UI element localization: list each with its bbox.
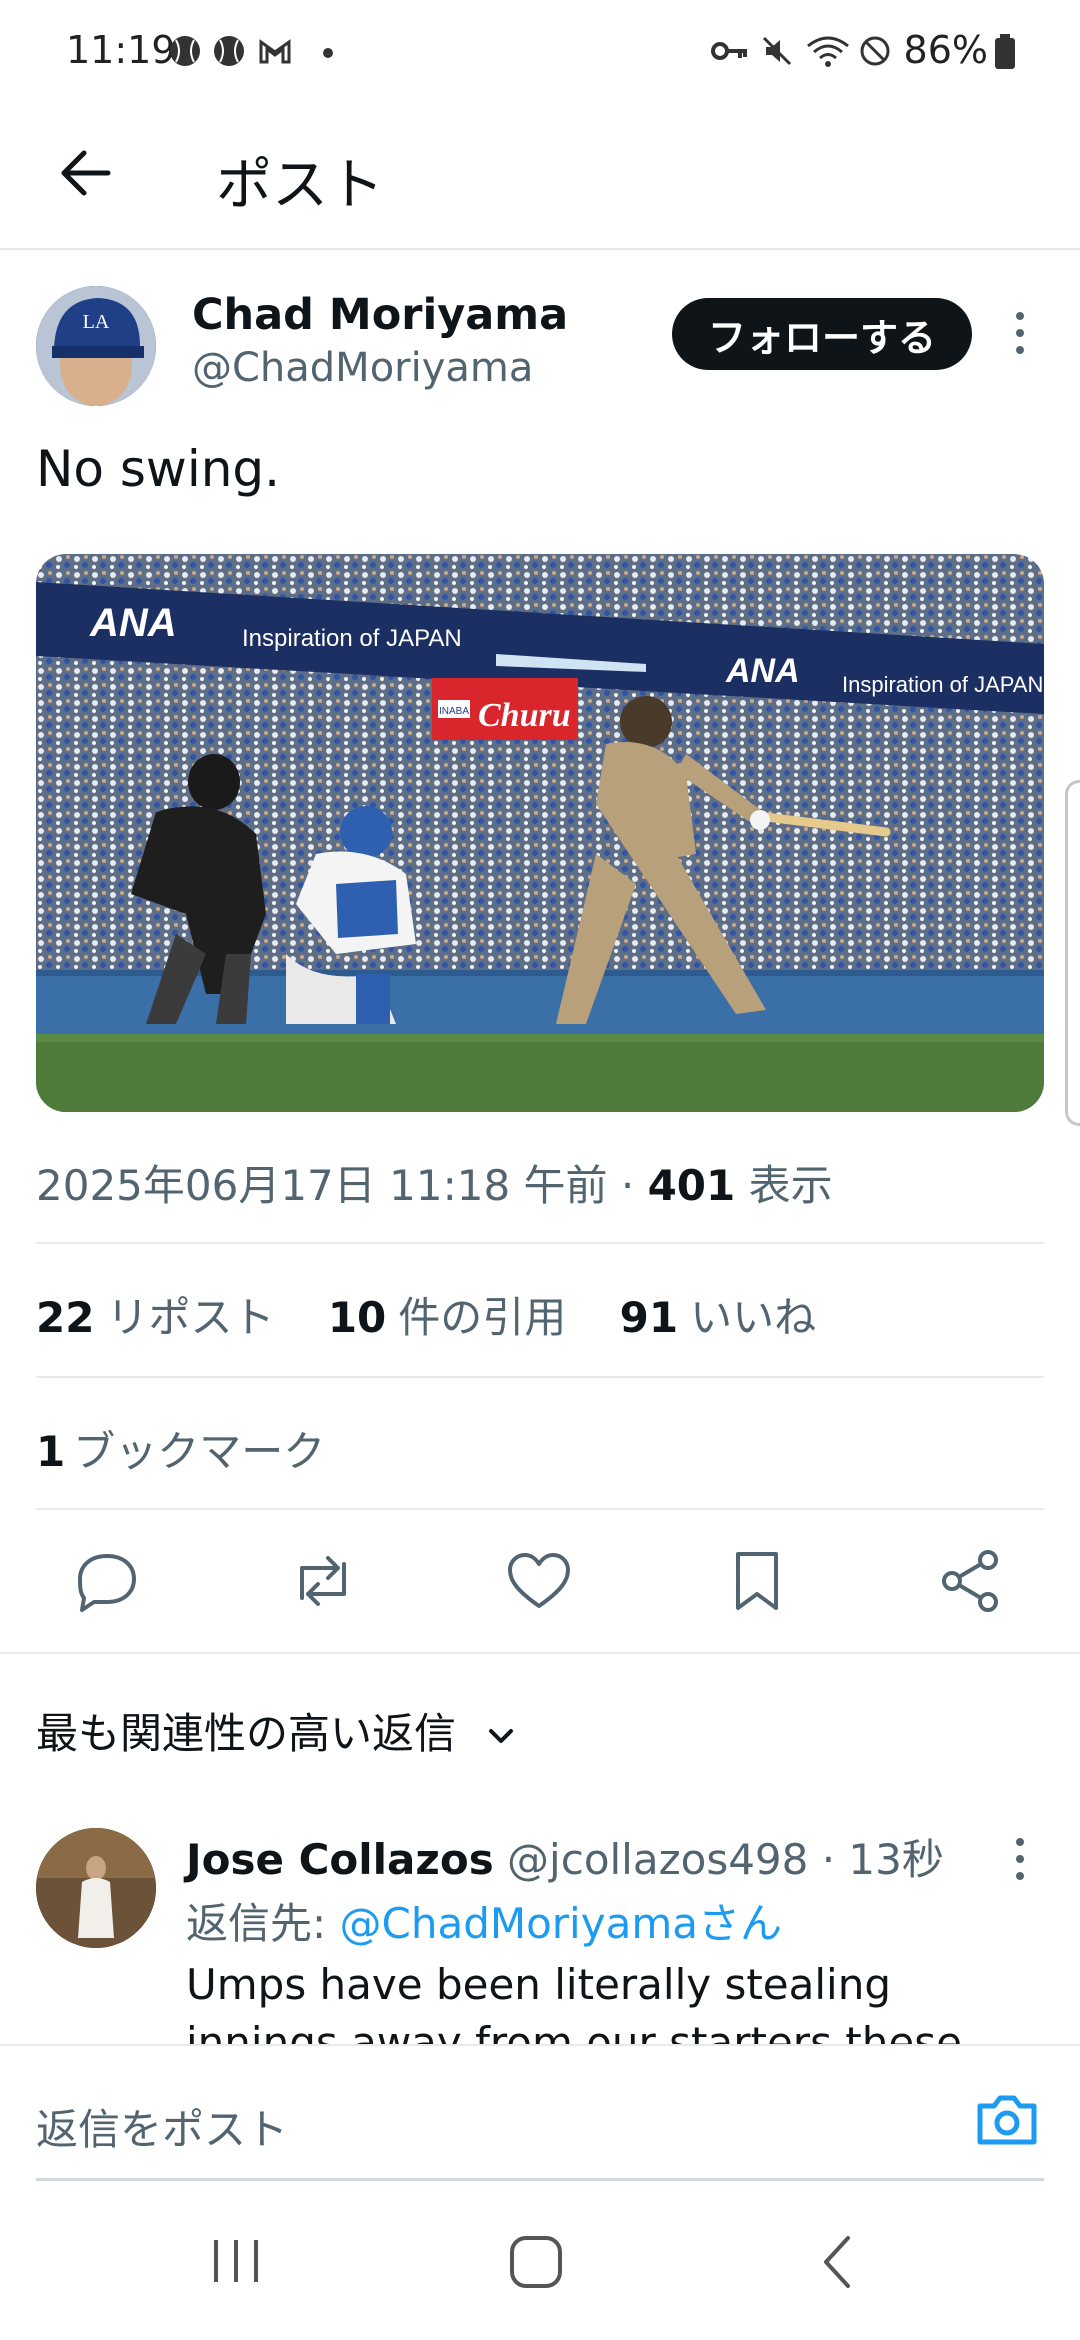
divider	[36, 1376, 1044, 1378]
reply-composer: 返信をポスト	[0, 2044, 1080, 2186]
dot-icon	[323, 48, 333, 58]
bookmark-icon[interactable]	[722, 1546, 792, 1616]
repost-icon[interactable]	[288, 1546, 358, 1616]
more-options-icon[interactable]	[1000, 308, 1040, 358]
ad-inaba: INABA	[439, 706, 469, 717]
follow-button[interactable]: フォローする	[672, 298, 972, 370]
baseball-icon	[214, 36, 244, 66]
engagement-stats: 22 リポスト 10 件の引用 91 いいね	[36, 1284, 856, 1345]
avatar-image: LA	[36, 286, 156, 406]
bookmarks-label: ブックマーク	[73, 1427, 326, 1476]
reply-author-name: Jose Collazos	[186, 1835, 494, 1884]
reply-to-link[interactable]: @ChadMoriyamaさん	[340, 1899, 782, 1948]
reply-to-prefix: 返信先:	[186, 1899, 340, 1948]
reply-text: Umps have been literally stealing inning…	[186, 1960, 962, 2044]
reply-avatar[interactable]	[36, 1828, 156, 1948]
reply-icon[interactable]	[72, 1546, 142, 1616]
ad-tagline-right: Inspiration of JAPAN	[842, 672, 1043, 697]
battery-icon	[995, 34, 1015, 69]
tweet-text: No swing.	[36, 440, 281, 498]
bookmarks-count: 1	[36, 1427, 66, 1476]
quotes-stat[interactable]: 10 件の引用	[328, 1293, 566, 1342]
reply-sort-dropdown[interactable]: 最も関連性の高い返信	[36, 1700, 519, 1761]
gmail-icon	[259, 39, 291, 64]
author-handle[interactable]: @ChadMoriyama	[192, 345, 533, 391]
reply-sort-label: 最も関連性の高い返信	[36, 1709, 457, 1758]
camera-icon[interactable]	[976, 2092, 1038, 2146]
divider	[0, 1652, 1080, 1654]
tweet-media[interactable]: ANA Inspiration of JAPAN ANA Inspiration…	[36, 554, 1044, 1112]
divider	[36, 1242, 1044, 1244]
tweet-timestamp: 2025年06月17日 11:18 午前 ·	[36, 1161, 648, 1210]
reply-handle-time: @jcollazos498 · 13秒	[493, 1835, 944, 1884]
likes-stat[interactable]: 91 いいね	[620, 1293, 816, 1342]
author-avatar[interactable]: LA	[36, 286, 156, 406]
battery-percent: 86%	[903, 28, 988, 72]
ad-tagline-left: Inspiration of JAPAN	[242, 625, 462, 652]
share-icon[interactable]	[936, 1546, 1006, 1616]
views-count: 401	[647, 1161, 736, 1210]
recent-apps-icon[interactable]	[206, 2236, 266, 2286]
scroll-handle[interactable]	[1065, 780, 1080, 1126]
key-icon	[711, 42, 747, 60]
tweet-meta: 2025年06月17日 11:18 午前 · 401 表示	[36, 1152, 833, 1213]
reposts-stat[interactable]: 22 リポスト	[36, 1293, 274, 1342]
baseball-video-frame: ANA Inspiration of JAPAN ANA Inspiration…	[36, 554, 1044, 1112]
svg-text:LA: LA	[83, 311, 110, 333]
views-label: 表示	[735, 1161, 833, 1210]
reposts-label: リポスト	[106, 1293, 275, 1342]
system-nav-bar	[0, 2184, 1080, 2340]
ad-churu: Churu	[478, 697, 571, 734]
more-options-icon[interactable]	[1000, 1834, 1040, 1884]
likes-count: 91	[619, 1293, 679, 1342]
mute-icon	[762, 36, 792, 66]
back-arrow-icon[interactable]	[52, 138, 122, 208]
ad-brand-right: ANA	[725, 652, 800, 690]
reply-author[interactable]: Jose Collazos @jcollazos498 · 13秒	[186, 1826, 944, 1887]
status-time: 11:19	[66, 28, 176, 72]
nav-back-icon[interactable]	[816, 2234, 860, 2290]
divider	[36, 1508, 1044, 1510]
likes-label: いいね	[690, 1293, 817, 1342]
status-bar: 11:19 86%	[0, 0, 1080, 110]
baseball-icon	[170, 36, 200, 66]
top-bar: ポスト	[0, 110, 1080, 250]
reply-to: 返信先: @ChadMoriyamaさん	[186, 1890, 782, 1951]
input-underline	[36, 2178, 1044, 2181]
page-title: ポスト	[216, 153, 384, 218]
reply-input[interactable]: 返信をポスト	[36, 2096, 288, 2157]
avatar-image	[36, 1828, 156, 1948]
reposts-count: 22	[36, 1293, 95, 1342]
author-name[interactable]: Chad Moriyama	[192, 290, 568, 340]
wifi-icon	[807, 36, 849, 67]
bookmarks-stat[interactable]: 1 ブックマーク	[36, 1418, 325, 1479]
quotes-label: 件の引用	[398, 1293, 567, 1342]
like-icon[interactable]	[504, 1546, 574, 1616]
dnd-icon	[860, 36, 890, 66]
chevron-down-icon	[489, 1728, 514, 1743]
home-icon[interactable]	[508, 2234, 564, 2290]
quotes-count: 10	[327, 1293, 387, 1342]
ad-brand-left: ANA	[89, 601, 177, 645]
